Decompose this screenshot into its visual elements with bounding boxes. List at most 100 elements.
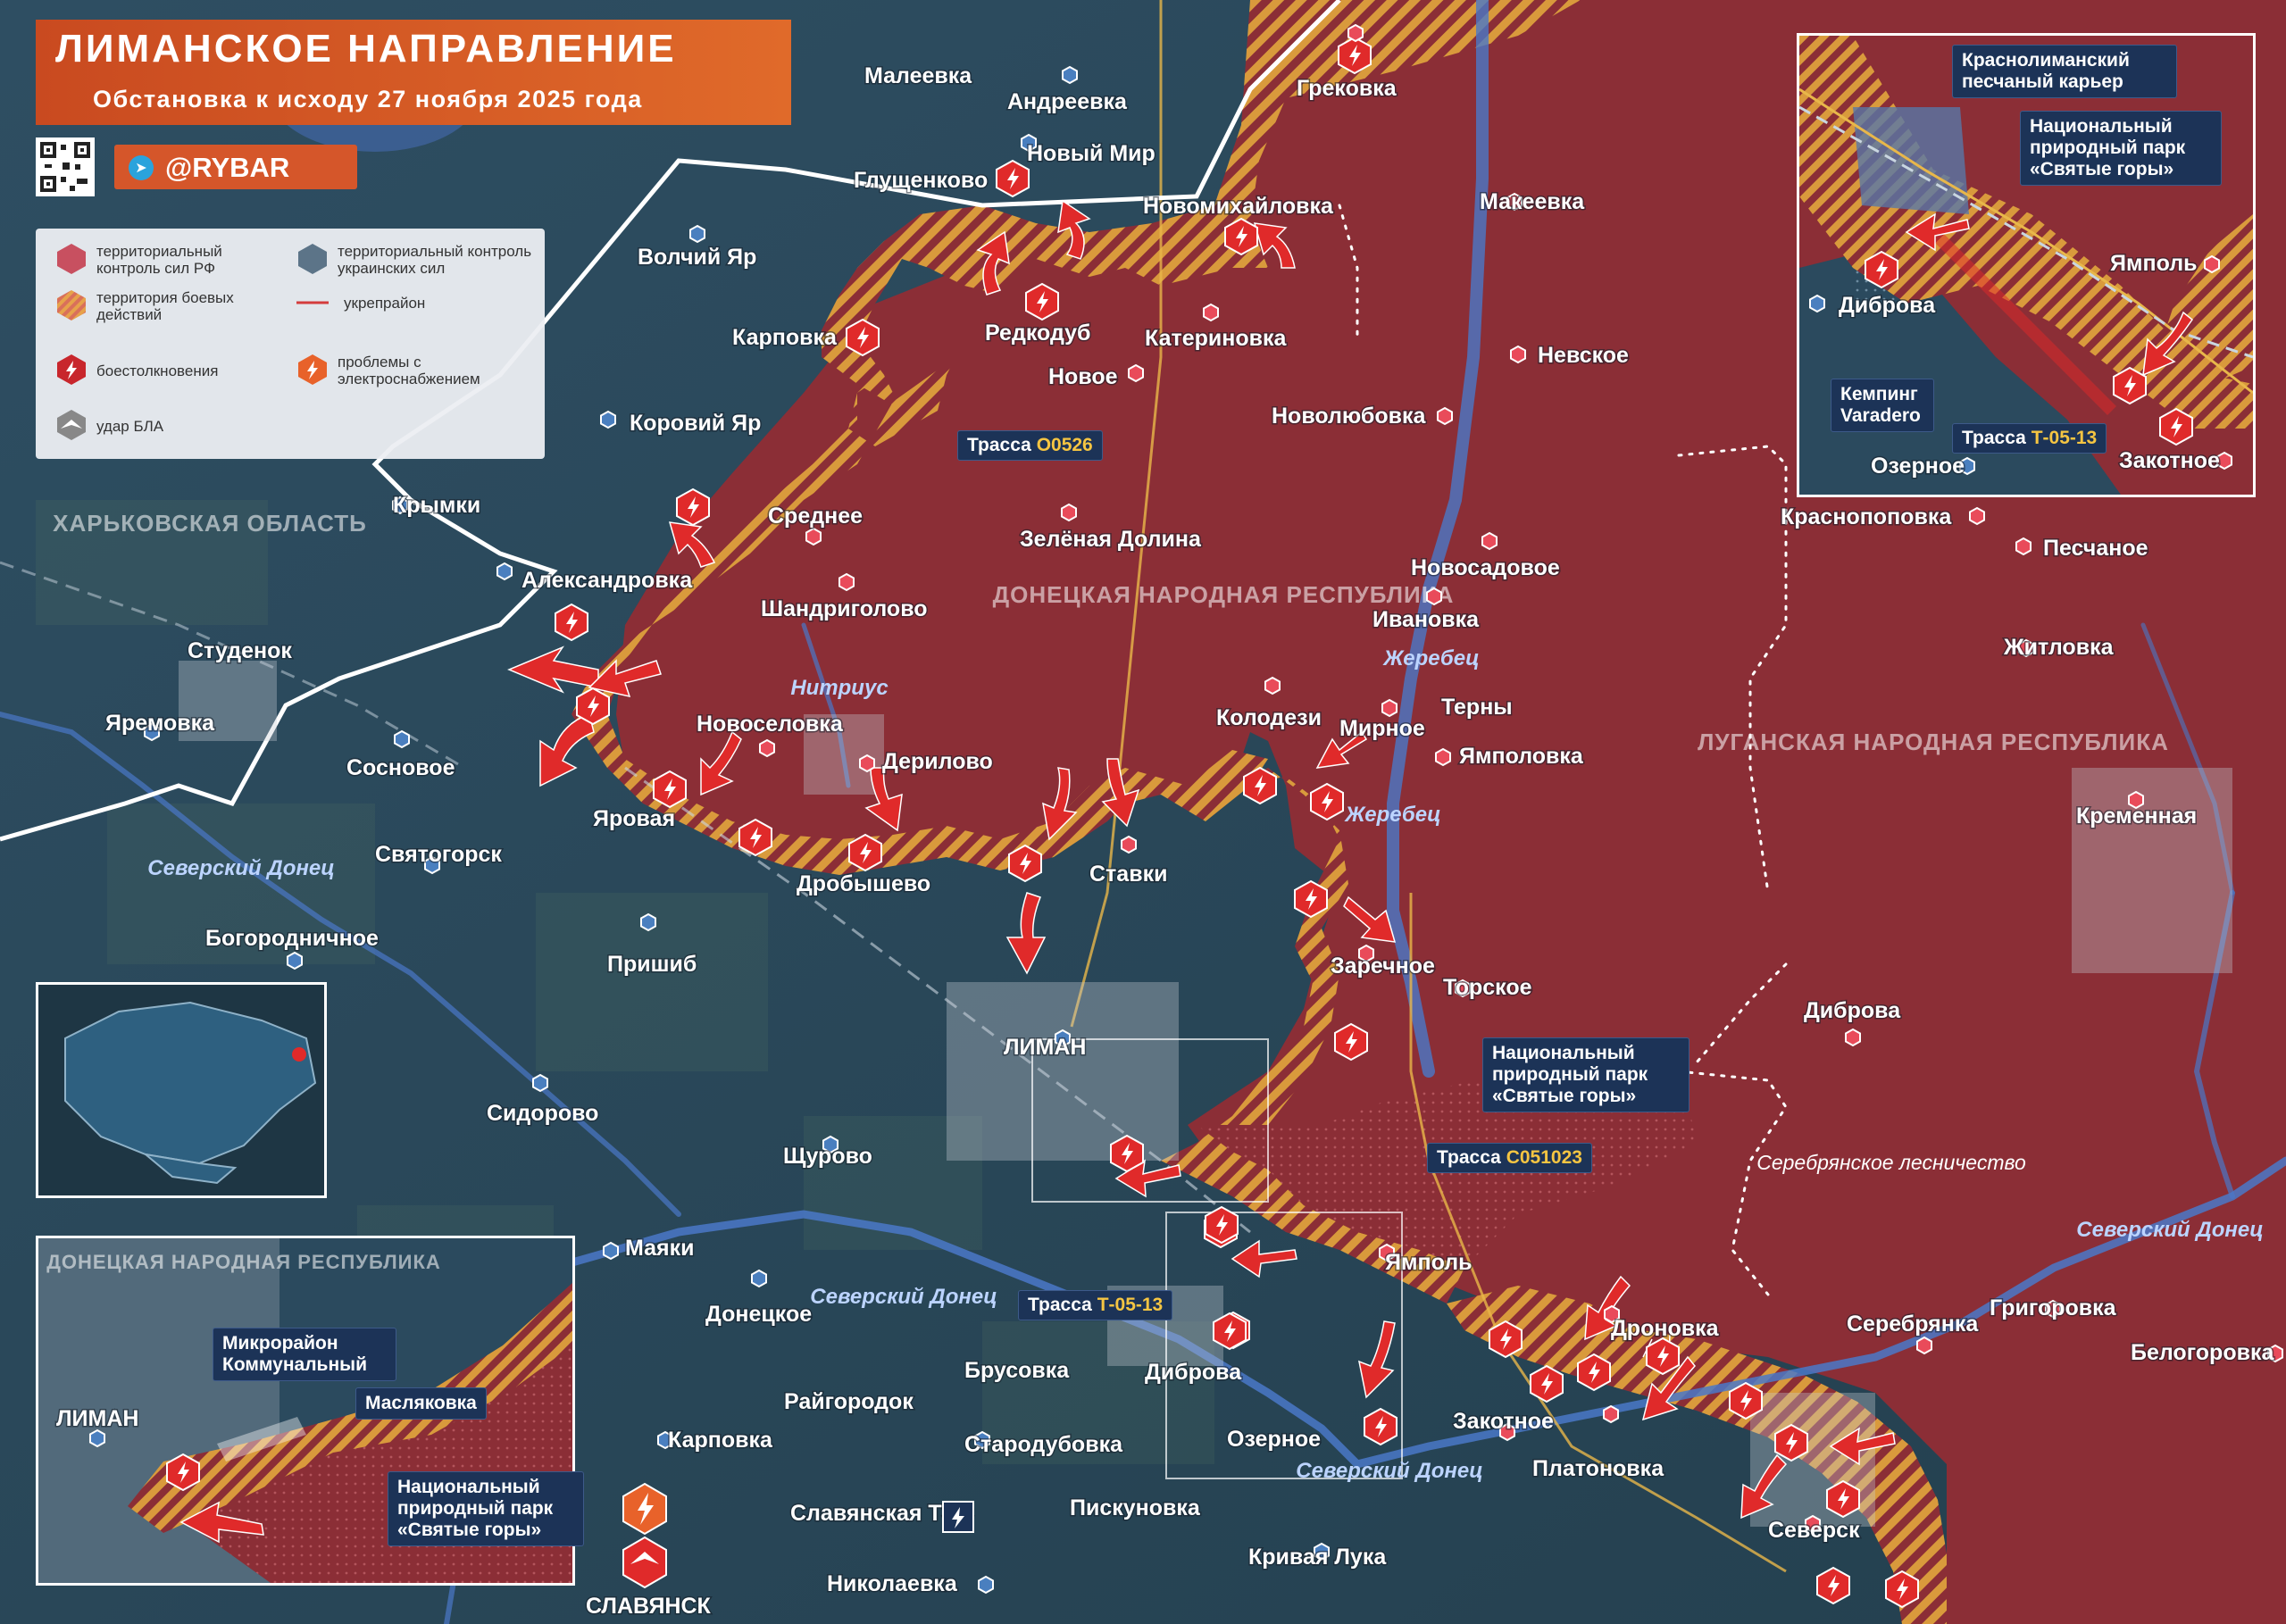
place-katerinovka: Катериновка xyxy=(1145,326,1288,351)
callout-microdistrict: Микрорайон Коммунальный xyxy=(213,1328,396,1381)
place-maleevka: Малеевка xyxy=(864,63,972,88)
telegram-icon: ➤ xyxy=(129,155,154,180)
overview-minimap-svg xyxy=(64,1001,317,1185)
place-redkodub: Редкодуб xyxy=(985,321,1090,346)
road-label-c051023: Трасса С051023 xyxy=(1427,1143,1592,1173)
place-makeevka: Макеевка xyxy=(1480,189,1585,214)
legend-clashes: боестолкновения xyxy=(96,362,219,379)
place-shandrigolovo: Шандриголово xyxy=(761,596,928,621)
callout-maslyakovka: Масляковка xyxy=(355,1387,487,1420)
place-volchiy-yar: Волчий Яр xyxy=(638,245,756,270)
place-platonovka: Платоновка xyxy=(1532,1456,1664,1481)
place-srednee: Среднее xyxy=(768,504,863,529)
place-koroviy-yar: Коровий Яр xyxy=(630,411,761,436)
place-kremennaya: Кременная xyxy=(2076,804,2197,829)
legend-combat: территория боевых действий xyxy=(96,289,234,323)
place-yaremovka: Яремовка xyxy=(105,711,215,736)
place-novoe: Новое xyxy=(1048,364,1118,389)
place-krivaya-luka: Кривая Лука xyxy=(1248,1545,1387,1570)
place-piskunovka: Пискуновка xyxy=(1070,1495,1201,1520)
place-dibrova-east: Диброва xyxy=(1804,998,1901,1023)
place-sosnovoe: Сосновое xyxy=(346,755,455,780)
place-krasnopopovka: Краснопоповка xyxy=(1781,504,1952,529)
place-derilovo: Дерилово xyxy=(882,749,993,774)
place-dibrova-south: Диброва xyxy=(1145,1360,1242,1385)
place-yampolovka: Ямполовка xyxy=(1459,744,1584,769)
inset-tr-place-ozernoe: Озерное xyxy=(1871,454,1965,479)
legend-drone: удар БЛА xyxy=(96,418,164,435)
place-drobyshevo: Дробышево xyxy=(797,871,930,896)
legend-power: проблемы с электроснабжением xyxy=(338,354,480,387)
place-zarechnoe: Заречное xyxy=(1331,954,1435,979)
place-brusovka: Брусовка xyxy=(964,1358,1070,1383)
place-shchurovo: Щурово xyxy=(783,1144,872,1169)
place-zakotnoe: Закотное xyxy=(1453,1409,1554,1434)
place-seversk: Северск xyxy=(1768,1518,1860,1543)
place-raigorodok: Райгородок xyxy=(784,1389,914,1414)
callout-national-park: Национальный природный парк «Святые горы… xyxy=(1482,1037,1689,1112)
place-zelenaya-dolina: Зелёная Долина xyxy=(1020,527,1202,552)
place-kolodezi: Колодези xyxy=(1216,705,1322,730)
place-peschanoe: Песчаное xyxy=(2043,536,2148,561)
legend-ua-control: территориальный контроль украинских сил xyxy=(338,243,532,277)
place-glushchenkovo: Глущенково xyxy=(854,168,988,193)
place-studenok: Студенок xyxy=(188,638,292,663)
legend: территориальный контроль сил РФ территор… xyxy=(36,229,545,459)
place-nikolaevka: Николаевка xyxy=(827,1571,958,1596)
legend-fortified: укрепрайон xyxy=(344,295,426,312)
road-label-t0513: Трасса Т-05-13 xyxy=(1018,1290,1173,1320)
place-novosadovoe: Новосадовое xyxy=(1411,555,1560,580)
place-yampol: Ямполь xyxy=(1385,1250,1472,1275)
place-prishib: Пришиб xyxy=(607,952,697,977)
region-label-lnr: ЛУГАНСКАЯ НАРОДНАЯ РЕСПУБЛИКА xyxy=(1698,729,2169,755)
road-label-o0526: Трасса О0526 xyxy=(957,430,1103,461)
place-dronovka: Дроновка xyxy=(1611,1316,1720,1341)
overview-minimap xyxy=(36,982,327,1198)
place-mayaki: Маяки xyxy=(625,1236,695,1261)
legend-ru-control: территориальный контроль сил РФ xyxy=(96,243,222,277)
place-belogorovka: Белогоровка xyxy=(2131,1340,2274,1365)
place-torskoe: Торское xyxy=(1443,975,1532,1000)
place-svyatogorsk: Святогорск xyxy=(375,842,502,867)
ua-control-swatch xyxy=(298,244,327,274)
place-grekovka: Грековка xyxy=(1297,76,1397,101)
place-ozernoe: Озерное xyxy=(1227,1427,1321,1452)
river-label-nitrius: Нитриус xyxy=(790,676,888,700)
river-label-zherebets-2: Жеребец xyxy=(1343,803,1440,827)
place-starodubovka: Стародубовка xyxy=(964,1432,1123,1457)
clash-swatch xyxy=(57,354,86,385)
place-karpovka-north: Карповка xyxy=(732,325,838,350)
callout-park-inset-tr: Национальный природный парк «Святые горы… xyxy=(2020,111,2222,186)
inset-tr-place-zakotnoe: Закотное xyxy=(2119,448,2220,473)
place-stavki: Ставки xyxy=(1089,862,1167,887)
place-donetskoe: Донецкое xyxy=(705,1302,812,1327)
inset-tr-place-yampol: Ямполь xyxy=(2110,251,2197,276)
place-aleksandrovka: Александровка xyxy=(521,568,693,593)
place-yarovaya: Яровая xyxy=(593,806,675,831)
drone-swatch xyxy=(57,410,86,440)
place-novy-mir: Новый Мир xyxy=(1027,141,1156,166)
inset-bl-region: ДОНЕЦКАЯ НАРОДНАЯ РЕСПУБЛИКА xyxy=(46,1251,441,1273)
place-ivanovka: Ивановка xyxy=(1372,607,1480,632)
river-label-zherebets-1: Жеребец xyxy=(1381,646,1479,670)
place-serebryanka: Серебрянка xyxy=(1847,1312,1979,1337)
fortified-swatch xyxy=(296,301,329,304)
callout-park-inset-bl: Национальный природный парк «Святые горы… xyxy=(388,1471,584,1546)
page-title: ЛИМАНСКОЕ НАПРАВЛЕНИЕ xyxy=(55,27,677,71)
power-swatch xyxy=(298,354,327,385)
place-novomikhailovka: Новомихайловка xyxy=(1143,194,1334,219)
place-zhitlovka: Житловка xyxy=(2003,635,2115,660)
road-label-t0513-inset: Трасса Т-05-13 xyxy=(1952,423,2107,454)
place-bogorodichnoe: Богороднич­ное xyxy=(205,926,379,951)
place-andreevka: Андреевка xyxy=(1007,89,1128,114)
ru-control-swatch xyxy=(57,244,86,274)
place-slavyansk: СЛАВЯНСК xyxy=(586,1594,712,1619)
place-novoselovka: Новоселовка xyxy=(697,712,844,737)
place-liman: ЛИМАН xyxy=(1004,1035,1086,1060)
qr-code-icon[interactable] xyxy=(36,137,95,196)
river-label-donets-1: Северский Донец xyxy=(147,856,334,880)
place-grigorovka: Григоровка xyxy=(1990,1295,2117,1320)
brand-name: @RYBAR xyxy=(165,152,290,183)
callout-camping: Кемпинг Varadero xyxy=(1831,379,1934,432)
place-sidorovo: Сидорово xyxy=(487,1101,598,1126)
